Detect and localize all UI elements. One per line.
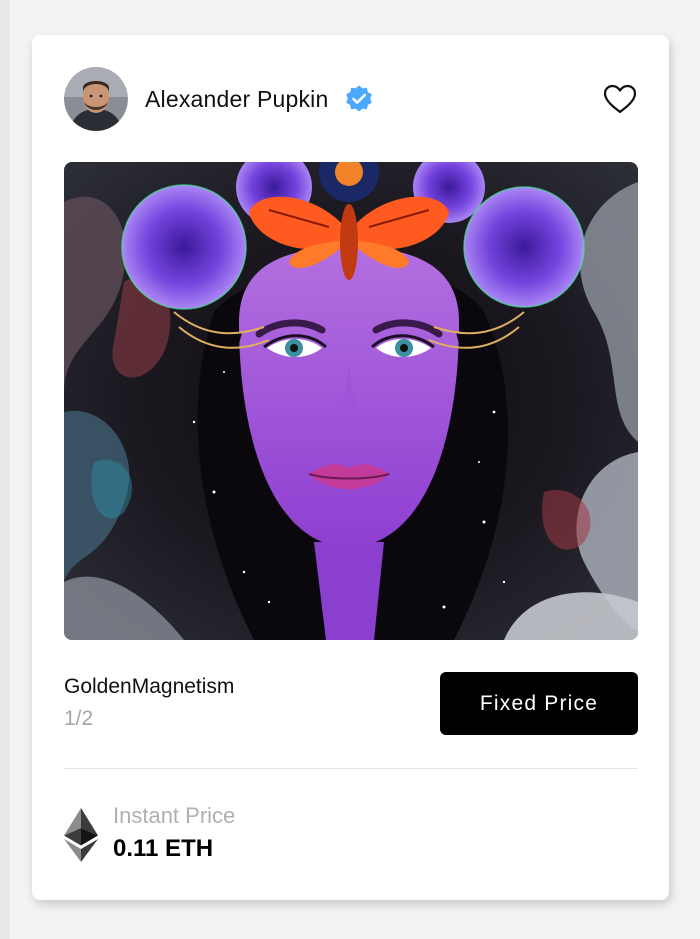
card-header: Alexander Pupkin xyxy=(64,67,638,131)
favorite-button[interactable] xyxy=(602,81,638,117)
author-name[interactable]: Alexander Pupkin xyxy=(145,86,328,113)
avatar-image xyxy=(64,67,128,131)
verified-badge-icon xyxy=(344,84,374,114)
nft-title[interactable]: GoldenMagnetism xyxy=(64,675,234,699)
ethereum-icon xyxy=(64,808,98,862)
price-label: Instant Price xyxy=(113,803,236,828)
page: Alexander Pupkin GoldenMagnetism 1/2 Fix… xyxy=(0,0,700,939)
nft-edition: 1/2 xyxy=(64,707,94,730)
nft-artwork-image[interactable] xyxy=(64,162,638,640)
nft-card[interactable]: Alexander Pupkin GoldenMagnetism 1/2 Fix… xyxy=(32,35,669,900)
fixed-price-button[interactable]: Fixed Price xyxy=(440,672,638,735)
divider xyxy=(64,768,638,769)
price-value: 0.11 ETH xyxy=(113,835,214,862)
page-left-edge xyxy=(0,0,10,939)
author-avatar[interactable] xyxy=(64,67,128,131)
heart-outline-icon xyxy=(603,84,637,114)
